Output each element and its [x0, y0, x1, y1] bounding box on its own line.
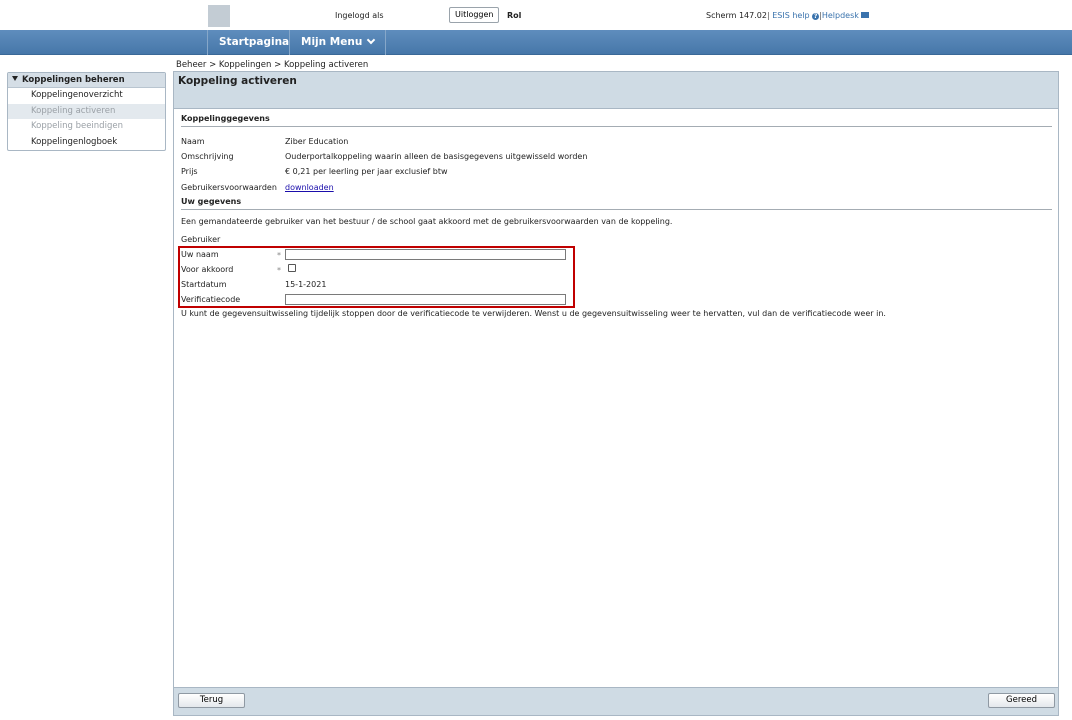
- esis-help-link[interactable]: ESIS help ?: [772, 11, 820, 20]
- section-koppelinggegevens: Koppelinggegevens: [181, 114, 270, 123]
- your-name-input[interactable]: [285, 249, 566, 260]
- price-label: Prijs: [181, 167, 198, 176]
- nav-startpagina[interactable]: Startpagina: [207, 30, 300, 55]
- triangle-down-icon: [12, 76, 18, 81]
- start-date-value: 15-1-2021: [285, 280, 327, 289]
- mail-icon: [861, 12, 870, 18]
- user-section-label: Gebruiker: [181, 235, 221, 244]
- page-title: Koppeling activeren: [178, 75, 297, 87]
- agree-checkbox[interactable]: [288, 264, 296, 272]
- intro-text: Een gemandateerde gebruiker van het best…: [181, 217, 673, 226]
- back-button[interactable]: Terug: [178, 693, 245, 708]
- divider: [181, 209, 1052, 210]
- sidebar-item-koppeling-activeren[interactable]: Koppeling activeren: [8, 103, 165, 119]
- helpdesk-link[interactable]: Helpdesk: [822, 11, 870, 20]
- required-marker: *: [277, 266, 281, 275]
- screen-info: Scherm 147.02| ESIS help ? |Helpdesk: [706, 11, 870, 20]
- logged-in-label: Ingelogd als: [335, 11, 384, 20]
- start-date-label: Startdatum: [181, 280, 227, 289]
- sidebar-item-koppelingenoverzicht[interactable]: Koppelingenoverzicht: [8, 88, 165, 104]
- nav-bar: Startpagina Mijn Menu: [0, 30, 1072, 55]
- screen-number: Scherm 147.02: [706, 11, 767, 20]
- name-label: Naam: [181, 137, 205, 146]
- verification-note: U kunt de gegevensuitwisseling tijdelijk…: [181, 309, 886, 318]
- terms-label: Gebruikersvoorwaarden: [181, 183, 277, 192]
- section-uw-gegevens: Uw gegevens: [181, 197, 242, 206]
- panel-header: Koppeling activeren: [174, 72, 1058, 109]
- side-menu-header[interactable]: Koppelingen beheren: [8, 73, 165, 88]
- logout-button[interactable]: Uitloggen: [449, 7, 500, 23]
- role-label: Rol: [507, 11, 522, 20]
- download-terms-link[interactable]: downloaden: [285, 183, 334, 192]
- your-name-label: Uw naam: [181, 250, 219, 259]
- breadcrumb: Beheer > Koppelingen > Koppeling activer…: [176, 60, 369, 70]
- side-menu: Koppelingen beheren Koppelingenoverzicht…: [7, 72, 166, 151]
- main-panel: Koppeling activeren Koppelinggegevens Na…: [173, 71, 1059, 716]
- required-marker: *: [277, 251, 281, 260]
- price-value: € 0,21 per leerling per jaar exclusief b…: [285, 167, 448, 176]
- verification-code-label: Verificatiecode: [181, 295, 241, 304]
- name-value: Ziber Education: [285, 137, 349, 146]
- description-label: Omschrijving: [181, 152, 234, 161]
- top-bar: Ingelogd als Uitloggen Rol Scherm 147.02…: [0, 0, 1072, 30]
- chevron-down-icon: [367, 35, 376, 45]
- agree-label: Voor akkoord: [181, 265, 234, 274]
- description-value: Ouderportalkoppeling waarin alleen de ba…: [285, 152, 588, 161]
- divider: [181, 126, 1052, 127]
- sidebar-item-koppeling-beeindigen[interactable]: Koppeling beeindigen: [8, 119, 165, 135]
- panel-footer: Terug Gereed: [174, 687, 1058, 715]
- school-logo: [208, 5, 230, 27]
- nav-mijn-menu[interactable]: Mijn Menu: [289, 30, 387, 55]
- sidebar-item-koppelingenlogboek[interactable]: Koppelingenlogboek: [8, 135, 165, 151]
- verification-code-input[interactable]: [285, 294, 566, 305]
- done-button[interactable]: Gereed: [988, 693, 1055, 708]
